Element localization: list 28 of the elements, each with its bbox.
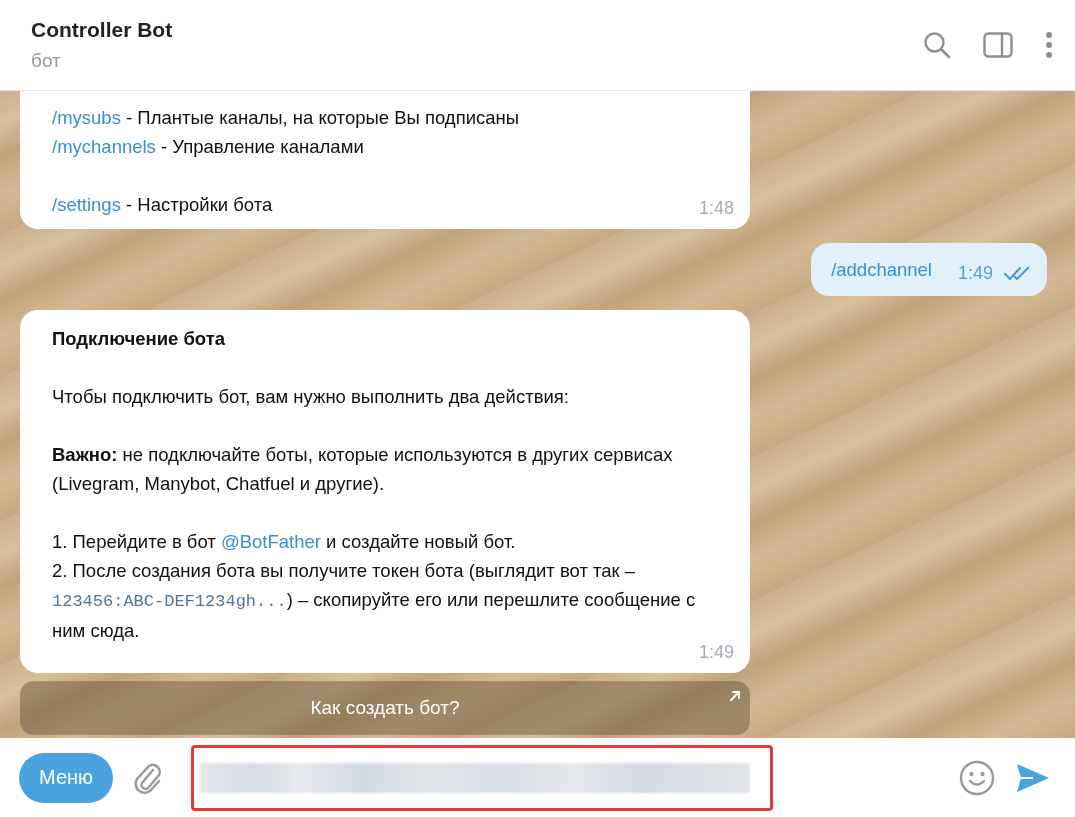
command-description: - Управление каналами <box>160 136 364 157</box>
chat-title: Controller Bot <box>31 18 174 42</box>
command-link[interactable]: /mysubs <box>52 107 121 128</box>
message-title: Подключение бота <box>52 327 227 351</box>
more-icon[interactable] <box>1045 31 1053 59</box>
inline-keyboard-button[interactable]: Как создать бот? <box>20 681 750 735</box>
command-description: - Настройки бота <box>125 194 273 215</box>
message-text: Важно: не подключайте боты, которые используются в других сервисах (Livegram, Manybot, Chatfuel и другие). <box>52 443 674 496</box>
message-input-field[interactable] <box>191 744 774 811</box>
arrow-icon <box>728 689 742 703</box>
chat-subtitle: бот <box>31 50 62 72</box>
command-link[interactable]: /settings <box>52 194 121 215</box>
message-text: Чтобы подключить бот, вам нужно выполнить два действия: <box>52 385 570 409</box>
sidebar-icon[interactable] <box>983 32 1013 58</box>
command-link[interactable]: /mychannels <box>52 136 156 157</box>
token-code[interactable]: 123456:ABC-DEF1234gh... <box>52 592 287 611</box>
send-icon[interactable] <box>1015 761 1051 794</box>
message-text: 2. После создания бота вы получите токен бота (выглядит вот так – 123456:ABC-DEF1234gh...) – скопируйте его или перешлите сообщение с ним сюда. <box>52 559 697 643</box>
message-time: 1:48 <box>698 197 734 219</box>
emoji-icon[interactable] <box>959 759 995 796</box>
message-time: 1:49 <box>957 262 993 284</box>
message-text: 1. Перейдите в бот @BotFather и создайте новый бот. <box>52 530 517 554</box>
mention-link[interactable]: @BotFather <box>220 531 321 552</box>
menu-button[interactable]: Меню <box>19 752 114 803</box>
search-icon[interactable] <box>923 31 951 59</box>
command-link[interactable]: /addchannel <box>831 259 932 280</box>
command-description: - Плантые каналы, на которые Вы подписаны <box>125 107 520 128</box>
message-time: 1:49 <box>698 641 734 663</box>
